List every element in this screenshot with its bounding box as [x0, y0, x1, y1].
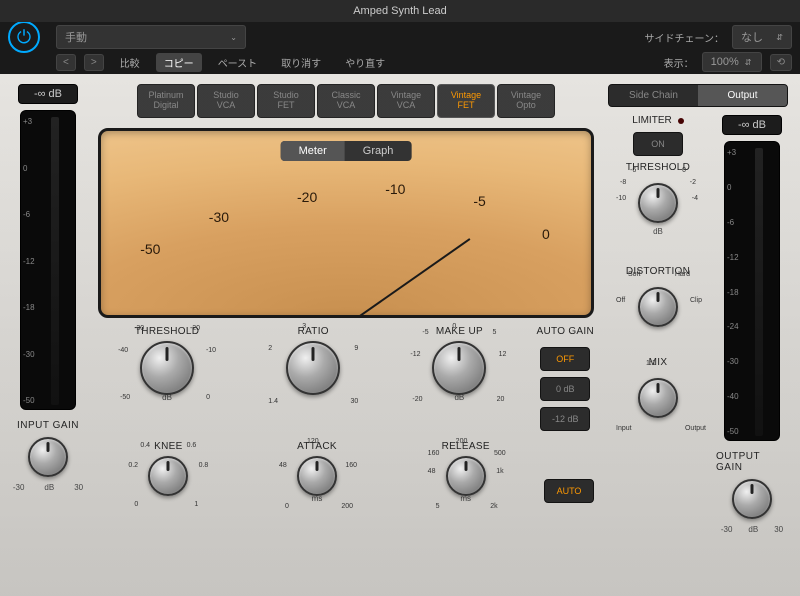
sidechain-label: サイドチェーン：: [645, 30, 725, 45]
output-db-display: -∞ dB: [722, 115, 782, 135]
toolbar: ⏻ 手動 ⌄ サイドチェーン： なし ⇵ < > 比較 コピー ペースト 取り消…: [0, 22, 800, 74]
vu-meter-tab[interactable]: Meter: [281, 141, 345, 161]
input-db-display: -∞ dB: [18, 84, 78, 104]
output-gain-label: OUTPUT GAIN: [716, 451, 788, 473]
title-bar: Amped Synth Lead: [0, 0, 800, 22]
output-gain-knob[interactable]: [732, 479, 772, 519]
power-button[interactable]: ⏻: [8, 21, 40, 53]
compressor-type-tabs: PlatinumDigital StudioVCA StudioFET Clas…: [94, 84, 598, 118]
chevron-updown-icon: ⇵: [745, 58, 752, 67]
plugin-body: -∞ dB +3 0 -6 -12 -18 -30 -50 INPUT GAIN…: [0, 74, 800, 596]
paste-button[interactable]: ペースト: [210, 53, 266, 72]
type-platinum-digital[interactable]: PlatinumDigital: [137, 84, 195, 118]
vu-meter: Meter Graph -50 -30 -20 -10 -5 0: [98, 128, 594, 318]
type-vintage-opto[interactable]: VintageOpto: [497, 84, 555, 118]
sidechain-dropdown[interactable]: なし ⇵: [732, 25, 792, 49]
link-button[interactable]: ⟲: [770, 54, 792, 71]
right-column: Side Chain Output LIMITER ON THRESHOLD 0…: [608, 84, 788, 586]
input-meter: +3 0 -6 -12 -18 -30 -50: [20, 110, 76, 410]
copy-button[interactable]: コピー: [156, 53, 202, 72]
input-gain-knob[interactable]: [28, 437, 68, 477]
compare-button[interactable]: 比較: [112, 53, 148, 72]
type-studio-fet[interactable]: StudioFET: [257, 84, 315, 118]
autogain-off-button[interactable]: OFF: [540, 347, 590, 371]
type-studio-vca[interactable]: StudioVCA: [197, 84, 255, 118]
chevron-updown-icon: ⇵: [776, 33, 783, 42]
window-title: Amped Synth Lead: [353, 5, 447, 17]
view-dropdown[interactable]: 100% ⇵: [702, 52, 762, 72]
next-button[interactable]: >: [84, 54, 104, 71]
output-meter: +3 0 -6 -12 -18 -24 -30 -40 -50: [724, 141, 780, 441]
sidechain-tab[interactable]: Side Chain: [609, 85, 698, 106]
limiter-on-button[interactable]: ON: [633, 132, 683, 156]
undo-button[interactable]: 取り消す: [273, 53, 329, 72]
type-vintage-vca[interactable]: VintageVCA: [377, 84, 435, 118]
output-tab[interactable]: Output: [698, 85, 787, 106]
autogain-0db-button[interactable]: 0 dB: [540, 377, 590, 401]
preset-dropdown[interactable]: 手動 ⌄: [56, 25, 246, 49]
autogain-12db-button[interactable]: -12 dB: [540, 407, 590, 431]
input-column: -∞ dB +3 0 -6 -12 -18 -30 -50 INPUT GAIN…: [12, 84, 84, 586]
center-column: PlatinumDigital StudioVCA StudioFET Clas…: [94, 84, 598, 586]
release-auto-button[interactable]: AUTO: [544, 479, 594, 503]
type-classic-vca[interactable]: ClassicVCA: [317, 84, 375, 118]
limiter-led-icon: [678, 118, 684, 124]
view-label: 表示：: [664, 55, 694, 70]
vu-graph-tab[interactable]: Graph: [345, 141, 412, 161]
prev-button[interactable]: <: [56, 54, 76, 71]
redo-button[interactable]: やり直す: [337, 53, 393, 72]
chevron-down-icon: ⌄: [230, 33, 237, 42]
type-vintage-fet[interactable]: VintageFET: [437, 84, 495, 118]
input-gain-label: INPUT GAIN: [17, 420, 79, 431]
